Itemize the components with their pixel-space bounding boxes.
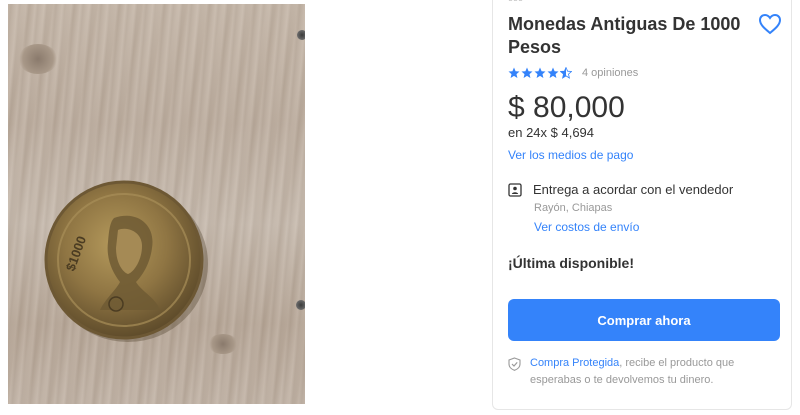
nail — [296, 300, 305, 310]
wood-knot — [18, 44, 58, 74]
wood-knot — [208, 334, 238, 354]
nail — [297, 30, 305, 40]
delivery-text: Entrega a acordar con el vendedor — [533, 182, 734, 197]
purchase-protection: Compra Protegida, recibe el producto que… — [508, 355, 778, 389]
reviews-count[interactable]: 4 opiniones — [582, 67, 638, 79]
buy-box: ooo Monedas Antiguas De 1000 Pesos 4 opi… — [492, 0, 792, 410]
star-icon — [534, 67, 546, 78]
product-title: Monedas Antiguas De 1000 Pesos — [508, 14, 741, 57]
installments: en 24x $ 4,694 — [508, 125, 595, 140]
coin-picture: $1000 — [44, 180, 208, 342]
star-icon — [508, 67, 520, 78]
buy-now-button[interactable]: Comprar ahora — [508, 299, 780, 341]
price: $ 80,000 — [508, 91, 625, 124]
heart-outline-icon[interactable] — [758, 13, 782, 35]
product-image[interactable]: $1000 — [8, 4, 305, 404]
protected-purchase-link[interactable]: Compra Protegida — [530, 357, 619, 369]
rating-row[interactable]: 4 opiniones — [508, 67, 638, 79]
payment-methods-link[interactable]: Ver los medios de pago — [508, 148, 633, 162]
shield-check-icon — [508, 357, 521, 371]
condition-label-stub: ooo — [508, 0, 538, 3]
seller-location: Rayón, Chiapas — [534, 202, 613, 214]
star-icon — [521, 67, 533, 78]
delivery-info: Entrega a acordar con el vendedor — [508, 181, 733, 199]
protection-text: Compra Protegida, recibe el producto que… — [530, 355, 778, 389]
star-icon — [547, 67, 559, 78]
agreement-icon — [508, 183, 522, 197]
star-half-icon — [560, 67, 572, 79]
shipping-costs-link[interactable]: Ver costos de envío — [534, 220, 639, 234]
stock-notice: ¡Última disponible! — [508, 255, 634, 271]
star-rating — [508, 67, 572, 79]
